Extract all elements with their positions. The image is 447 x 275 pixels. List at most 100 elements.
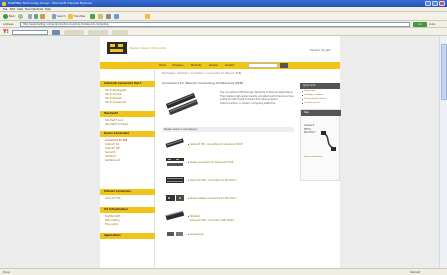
quick-link[interactable]: Technical data sheets: [304, 98, 326, 100]
bullet-icon: [301, 103, 303, 105]
menu-view[interactable]: View: [17, 8, 23, 11]
maximize-button[interactable]: [432, 1, 438, 6]
product-link[interactable]: har-bus® HM - connectors for MicroTCA™: [190, 179, 238, 182]
edit-icon[interactable]: [114, 14, 119, 19]
nav-link[interactable]: harbus® 64: [105, 143, 119, 146]
history-icon[interactable]: [90, 14, 95, 19]
vertical-scrollbar[interactable]: [439, 36, 447, 268]
section-heading-text: Please select a subcategory: [164, 127, 198, 131]
nav-link[interactable]: har-link®: [105, 151, 116, 154]
nav-section-head[interactable]: Device Connectors: [100, 131, 155, 137]
topnav-service[interactable]: Service: [209, 64, 218, 67]
product-link[interactable]: Power connectors for Advanced TCA®: [190, 161, 234, 164]
product-image[interactable]: [164, 209, 186, 223]
topnav-company[interactable]: Company: [172, 64, 183, 67]
menu-file[interactable]: File: [3, 8, 7, 11]
product-link[interactable]: Power adapter connectors for MicroTCA™: [190, 197, 238, 200]
intro-text: The connectors fulfil the high demands o…: [220, 91, 294, 105]
nav-link[interactable]: Han® Rectangular: [105, 89, 126, 92]
messenger-icon[interactable]: [145, 14, 150, 19]
page-title: Connectors for Telecom Computing Archite…: [162, 81, 244, 85]
favorites-star-icon[interactable]: [68, 14, 73, 19]
nav-link[interactable]: Han® Circular: [105, 93, 121, 96]
nav-section-head[interactable]: ICT Infrastructure: [100, 207, 155, 213]
menu-edit[interactable]: Edit: [10, 8, 15, 11]
nav-link[interactable]: Han® Modular: [105, 97, 122, 100]
nav-link[interactable]: PushPull RJ45: [105, 215, 120, 218]
product-image[interactable]: [164, 155, 186, 169]
scrollbar-thumb[interactable]: [441, 44, 447, 100]
search-label[interactable]: Search: [57, 15, 66, 18]
toolbar-button[interactable]: [88, 29, 108, 35]
quick-link[interactable]: Downloads: [304, 90, 315, 92]
site-search-input[interactable]: [248, 63, 278, 68]
nav-link[interactable]: Han® Accessories: [105, 101, 126, 104]
product-link-sub[interactable]: har-bus® HM - connectors with Shield: [190, 219, 234, 222]
toolbar-button[interactable]: [112, 29, 128, 35]
menu-tools[interactable]: Tools: [37, 8, 43, 11]
nav-link-selected[interactable]: Connectors for PCB: [105, 139, 127, 142]
nav-link[interactable]: har-bus® HM: [105, 197, 120, 200]
address-input[interactable]: http://www.harting.com/en/products/conne…: [20, 22, 410, 27]
quick-link[interactable]: Contact person: [304, 102, 320, 104]
yahoo-logo-icon[interactable]: Y!: [3, 29, 9, 35]
news-title: New: [304, 111, 310, 115]
go-button[interactable]: Go: [413, 22, 427, 27]
quicklinks-head: Quick links: [300, 83, 340, 89]
close-button[interactable]: [439, 1, 445, 6]
print-icon[interactable]: [106, 14, 111, 19]
harting-logo-icon[interactable]: [107, 42, 127, 54]
product-link[interactable]: Shielded: [190, 215, 200, 218]
mail-icon[interactable]: [98, 14, 103, 19]
nav-section-title: ICT Infrastructure: [104, 208, 129, 212]
favorites-label[interactable]: Favorites: [74, 15, 85, 18]
nav-link[interactable]: harbus® HM: [105, 147, 120, 150]
forward-arrow-icon[interactable]: [18, 14, 23, 19]
address-label: Address: [3, 22, 14, 26]
breadcrumb[interactable]: Start page > Products > Connectors > Con…: [162, 72, 241, 75]
quick-link[interactable]: Catalogue request: [304, 94, 323, 96]
nav-section-head[interactable]: Applications: [100, 233, 155, 239]
site-search-button[interactable]: [280, 63, 288, 68]
language-switch[interactable]: Deutsch | English: [310, 49, 331, 52]
back-arrow-icon[interactable]: [3, 14, 8, 19]
nav-section-head[interactable]: Han-Fast®: [100, 111, 155, 117]
minimize-button[interactable]: [425, 1, 431, 6]
brand-tagline: People | Power | Partnership: [130, 47, 167, 50]
website: People | Power | Partnership Deutsch | E…: [100, 36, 341, 268]
toolbar-search-button[interactable]: [52, 29, 60, 35]
product-image[interactable]: [164, 173, 186, 187]
toolbar-search-input[interactable]: [12, 29, 48, 35]
topnav-products[interactable]: Products: [191, 64, 201, 67]
nav-link[interactable]: Han-Fast® Compact: [105, 123, 128, 126]
menu-help[interactable]: Help: [45, 8, 51, 11]
stop-icon[interactable]: [28, 14, 32, 19]
back-label[interactable]: Back: [9, 15, 15, 18]
news-box: New har-bus® HM for MicroTCA™ more infor…: [300, 109, 341, 181]
refresh-icon[interactable]: [34, 14, 38, 19]
topnav-contact[interactable]: Contact: [225, 64, 234, 67]
links-label[interactable]: Links: [429, 23, 435, 26]
search-icon[interactable]: [52, 14, 56, 19]
nav-link[interactable]: Han-Fast® Lock: [105, 119, 123, 122]
nav-link[interactable]: har-flexicon®: [105, 159, 121, 162]
nav-section-head[interactable]: Industrial Connectors Han®: [100, 81, 155, 87]
page-viewport: People | Power | Partnership Deutsch | E…: [0, 36, 439, 268]
cable-product-image[interactable]: [319, 130, 339, 152]
home-icon[interactable]: [40, 14, 45, 19]
bullet-icon: [301, 91, 303, 93]
product-link[interactable]: harbus® HM - connectors for Advanced TCA…: [190, 143, 243, 146]
menu-favorites[interactable]: Favorites: [25, 8, 37, 11]
nav-link[interactable]: Data cabling: [105, 219, 120, 222]
news-more-link[interactable]: more information: [304, 156, 322, 158]
nav-link[interactable]: har-flex®: [105, 155, 116, 158]
nav-link[interactable]: Fibre optics: [105, 223, 118, 226]
toolbar-button[interactable]: [64, 29, 84, 35]
nav-section-head[interactable]: Telecom Connectors: [100, 189, 155, 195]
product-image[interactable]: [164, 137, 186, 151]
product-link[interactable]: Accessories: [190, 233, 203, 236]
right-sidebar: Quick links Downloads Catalogue request …: [300, 69, 341, 268]
product-image[interactable]: [164, 227, 186, 241]
product-image[interactable]: [164, 191, 186, 205]
topnav-home[interactable]: Home: [159, 64, 166, 67]
